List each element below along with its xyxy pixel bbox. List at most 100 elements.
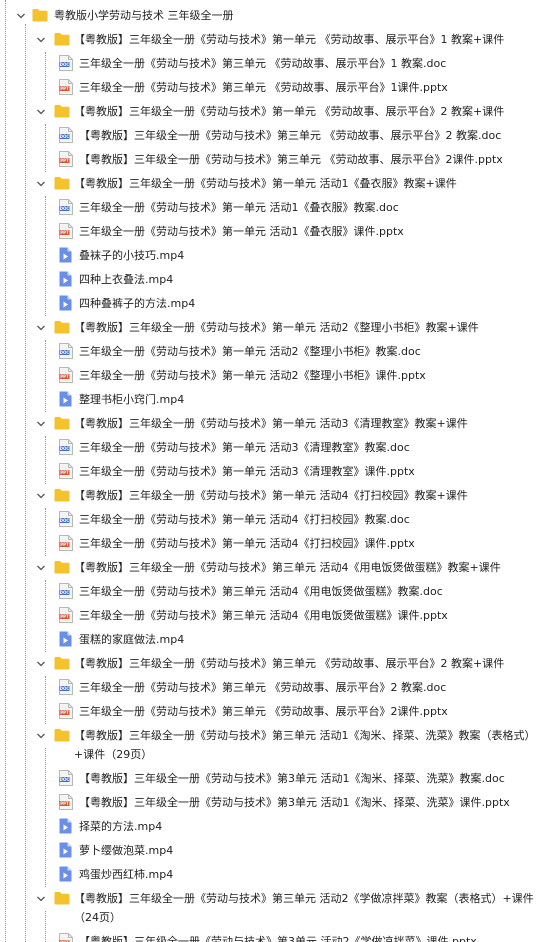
file-item[interactable]: 四种叠裤子的方法.mp4 (0, 292, 558, 316)
file-item[interactable]: DOC 三年级全一册《劳动与技术》第三单元 活动4《用电饭煲做蛋糕》教案.doc (0, 580, 558, 604)
file-item[interactable]: DOC 【粤教版】三年级全一册《劳动与技术》第三单元 《劳动故事、展示平台》2 教… (0, 124, 558, 148)
tree-guide-line (45, 508, 46, 556)
file-item[interactable]: PPT 三年级全一册《劳动与技术》第一单元 活动1《叠衣服》课件.pptx (0, 220, 558, 244)
tree-guide-line (45, 436, 46, 484)
file-item[interactable]: 择菜的方法.mp4 (0, 815, 558, 839)
word-doc-icon: DOC (59, 511, 73, 527)
file-label: 【粤教版】三年级全一册《劳动与技术》第3单元 活动1《淘米、择菜、洗菜》课件.p… (79, 796, 510, 809)
tree-guide-line (45, 748, 46, 887)
svg-text:PPT: PPT (60, 801, 69, 806)
folder-label: 【粤教版】三年级全一册《劳动与技术》第三单元 活动4《用电饭煲做蛋糕》教案+课件 (74, 561, 501, 574)
chevron-down-icon[interactable] (36, 179, 46, 189)
folder-item[interactable]: 【粤教版】三年级全一册《劳动与技术》第一单元 活动1《叠衣服》教案+课件 (0, 172, 558, 196)
folder-icon (54, 656, 70, 670)
chevron-down-icon[interactable] (36, 419, 46, 429)
file-item[interactable]: PPT 【粤教版】三年级全一册《劳动与技术》第三单元 《劳动故事、展示平台》2课件… (0, 148, 558, 172)
file-label: 三年级全一册《劳动与技术》第三单元 《劳动故事、展示平台》2课件.pptx (79, 705, 448, 718)
folder-icon (54, 488, 70, 502)
file-item[interactable]: PPT 【粤教版】三年级全一册《劳动与技术》第3单元 活动2《学做凉拌菜》课件.p… (0, 930, 558, 942)
powerpoint-file-icon: PPT (59, 223, 73, 239)
tree-guide-line (45, 580, 46, 652)
file-item[interactable]: 叠袜子的小技巧.mp4 (0, 244, 558, 268)
powerpoint-file-icon: PPT (59, 607, 73, 623)
file-item[interactable]: 萝卜缨做泡菜.mp4 (0, 839, 558, 863)
chevron-down-icon[interactable] (36, 491, 46, 501)
svg-text:PPT: PPT (60, 470, 69, 475)
file-item[interactable]: 整理书柜小窍门.mp4 (0, 388, 558, 412)
file-label: 四种叠裤子的方法.mp4 (79, 297, 196, 310)
file-label: 【粤教版】三年级全一册《劳动与技术》第3单元 活动1《淘米、择菜、洗菜》教案.d… (79, 772, 505, 785)
folder-item[interactable]: 【粤教版】三年级全一册《劳动与技术》第三单元 活动2《学做凉拌菜》教案（表格式）… (0, 887, 558, 930)
chevron-down-icon[interactable] (36, 731, 46, 741)
svg-text:PPT: PPT (60, 614, 69, 619)
folder-label: 【粤教版】三年级全一册《劳动与技术》第一单元 《劳动故事、展示平台》1 教案+课… (74, 33, 505, 46)
folder-label: 【粤教版】三年级全一册《劳动与技术》第三单元 活动2《学做凉拌菜》教案（表格式）… (74, 892, 534, 924)
file-label: 鸡蛋炒西红柿.mp4 (79, 868, 174, 881)
svg-text:DOC: DOC (60, 777, 70, 782)
svg-text:DOC: DOC (60, 686, 70, 691)
svg-text:DOC: DOC (60, 590, 70, 595)
file-item[interactable]: 四种上衣叠法.mp4 (0, 268, 558, 292)
file-item[interactable]: DOC 【粤教版】三年级全一册《劳动与技术》第3单元 活动1《淘米、择菜、洗菜》教… (0, 767, 558, 791)
video-file-icon (59, 842, 72, 858)
folder-icon (32, 8, 48, 22)
chevron-down-icon[interactable] (36, 894, 46, 904)
folder-item[interactable]: 【粤教版】三年级全一册《劳动与技术》第一单元 《劳动故事、展示平台》1 教案+课… (0, 28, 558, 52)
file-label: 三年级全一册《劳动与技术》第一单元 活动3《清理教室》课件.pptx (79, 465, 415, 478)
file-tree: 粤教版小学劳动与技术 三年级全一册 【粤教版】三年级全一册《劳动与技术》第一单元 … (0, 0, 558, 942)
chevron-down-icon[interactable] (36, 323, 46, 333)
svg-text:PPT: PPT (60, 230, 69, 235)
folder-icon (54, 728, 70, 742)
svg-text:DOC: DOC (60, 446, 70, 451)
file-item[interactable]: DOC 三年级全一册《劳动与技术》第一单元 活动2《整理小书柜》教案.doc (0, 340, 558, 364)
word-doc-icon: DOC (59, 127, 73, 143)
file-label: 蛋糕的家庭做法.mp4 (79, 633, 185, 646)
folder-item[interactable]: 【粤教版】三年级全一册《劳动与技术》第三单元 活动4《用电饭煲做蛋糕》教案+课件 (0, 556, 558, 580)
file-item[interactable]: DOC 三年级全一册《劳动与技术》第一单元 活动1《叠衣服》教案.doc (0, 196, 558, 220)
file-label: 三年级全一册《劳动与技术》第一单元 活动2《整理小书柜》课件.pptx (79, 369, 426, 382)
svg-text:PPT: PPT (60, 86, 69, 91)
folder-item[interactable]: 【粤教版】三年级全一册《劳动与技术》第三单元 活动1《淘米、择菜、洗菜》教案（表… (0, 724, 558, 767)
file-label: 【粤教版】三年级全一册《劳动与技术》第3单元 活动2《学做凉拌菜》课件.pptx (79, 935, 477, 942)
file-label: 三年级全一册《劳动与技术》第一单元 活动1《叠衣服》教案.doc (79, 201, 399, 214)
folder-label: 【粤教版】三年级全一册《劳动与技术》第三单元 《劳动故事、展示平台》2 教案+课… (74, 657, 505, 670)
file-item[interactable]: PPT 三年级全一册《劳动与技术》第三单元 《劳动故事、展示平台》2课件.pptx (0, 700, 558, 724)
file-item[interactable]: PPT 三年级全一册《劳动与技术》第一单元 活动3《清理教室》课件.pptx (0, 460, 558, 484)
video-file-icon (59, 247, 72, 263)
file-item[interactable]: PPT 三年级全一册《劳动与技术》第一单元 活动4《打扫校园》课件.pptx (0, 532, 558, 556)
tree-guide-line (45, 124, 46, 172)
file-item[interactable]: DOC 三年级全一册《劳动与技术》第一单元 活动4《打扫校园》教案.doc (0, 508, 558, 532)
powerpoint-file-icon: PPT (59, 463, 73, 479)
tree-guide-line (45, 340, 46, 412)
word-doc-icon: DOC (59, 439, 73, 455)
file-item[interactable]: 蛋糕的家庭做法.mp4 (0, 628, 558, 652)
folder-item[interactable]: 【粤教版】三年级全一册《劳动与技术》第一单元 《劳动故事、展示平台》2 教案+课… (0, 100, 558, 124)
file-item[interactable]: DOC 三年级全一册《劳动与技术》第三单元 《劳动故事、展示平台》1 教案.doc (0, 52, 558, 76)
chevron-down-icon[interactable] (16, 11, 26, 21)
file-label: 三年级全一册《劳动与技术》第一单元 活动2《整理小书柜》教案.doc (79, 345, 421, 358)
file-item[interactable]: PPT 【粤教版】三年级全一册《劳动与技术》第3单元 活动1《淘米、择菜、洗菜》课… (0, 791, 558, 815)
tree-root-folder[interactable]: 粤教版小学劳动与技术 三年级全一册 (0, 4, 558, 28)
file-item[interactable]: PPT 三年级全一册《劳动与技术》第一单元 活动2《整理小书柜》课件.pptx (0, 364, 558, 388)
folder-item[interactable]: 【粤教版】三年级全一册《劳动与技术》第一单元 活动3《清理教室》教案+课件 (0, 412, 558, 436)
folder-item[interactable]: 【粤教版】三年级全一册《劳动与技术》第一单元 活动2《整理小书柜》教案+课件 (0, 316, 558, 340)
file-label: 三年级全一册《劳动与技术》第三单元 活动4《用电饭煲做蛋糕》教案.doc (79, 585, 443, 598)
file-item[interactable]: PPT 三年级全一册《劳动与技术》第三单元 活动4《用电饭煲做蛋糕》课件.pptx (0, 604, 558, 628)
chevron-down-icon[interactable] (36, 659, 46, 669)
chevron-down-icon[interactable] (36, 563, 46, 573)
word-doc-icon: DOC (59, 679, 73, 695)
chevron-down-icon[interactable] (36, 35, 46, 45)
chevron-down-icon[interactable] (36, 107, 46, 117)
svg-text:DOC: DOC (60, 206, 70, 211)
file-item[interactable]: PPT 三年级全一册《劳动与技术》第三单元 《劳动故事、展示平台》1课件.pptx (0, 76, 558, 100)
video-file-icon (59, 631, 72, 647)
svg-text:PPT: PPT (60, 158, 69, 163)
powerpoint-file-icon: PPT (59, 794, 73, 810)
folder-item[interactable]: 【粤教版】三年级全一册《劳动与技术》第三单元 《劳动故事、展示平台》2 教案+课… (0, 652, 558, 676)
svg-text:DOC: DOC (60, 134, 70, 139)
word-doc-icon: DOC (59, 55, 73, 71)
file-item[interactable]: DOC 三年级全一册《劳动与技术》第三单元 《劳动故事、展示平台》2 教案.doc (0, 676, 558, 700)
file-item[interactable]: 鸡蛋炒西红柿.mp4 (0, 863, 558, 887)
folder-item[interactable]: 【粤教版】三年级全一册《劳动与技术》第一单元 活动4《打扫校园》教案+课件 (0, 484, 558, 508)
file-item[interactable]: DOC 三年级全一册《劳动与技术》第一单元 活动3《清理教室》教案.doc (0, 436, 558, 460)
